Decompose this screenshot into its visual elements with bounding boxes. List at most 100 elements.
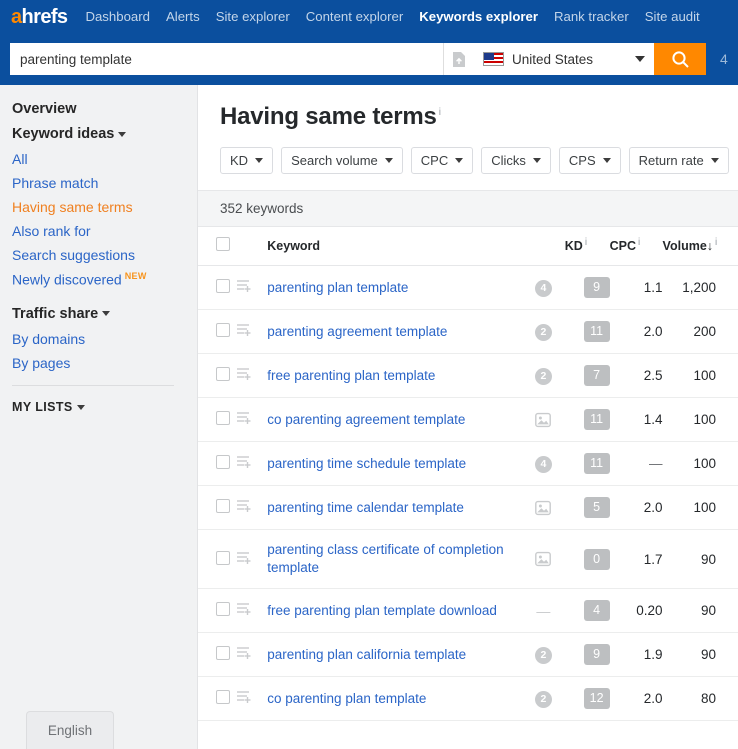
sidebar-section-traffic-share[interactable]: Traffic share	[12, 306, 197, 322]
select-all-checkbox[interactable]	[216, 237, 230, 251]
add-to-list-icon[interactable]	[236, 646, 252, 663]
keyword-link[interactable]: parenting plan template	[267, 279, 408, 297]
nav-item-rank-tracker[interactable]: Rank tracker	[554, 0, 629, 33]
serp-feature-count-badge[interactable]: 4	[534, 455, 552, 473]
row-checkbox[interactable]	[216, 279, 230, 293]
kd-badge: 4	[583, 600, 610, 621]
nav-item-keywords-explorer[interactable]: Keywords explorer	[419, 0, 538, 33]
filter-clicks[interactable]: Clicks	[481, 147, 551, 174]
row-checkbox[interactable]	[216, 646, 230, 660]
row-checkbox[interactable]	[216, 499, 230, 513]
column-keyword-label: Keyword	[267, 238, 321, 253]
serp-feature-count-badge[interactable]: 2	[534, 690, 552, 708]
sidebar-item-search-suggestions[interactable]: Search suggestions	[12, 247, 197, 263]
volume-cell: 90	[662, 529, 738, 589]
keyword-link[interactable]: parenting agreement template	[267, 323, 447, 341]
add-to-list-icon[interactable]	[236, 499, 252, 516]
info-icon[interactable]: i	[638, 237, 640, 248]
sidebar-item-by-domains[interactable]: By domains	[12, 331, 197, 347]
column-cpc[interactable]: CPC i	[609, 227, 663, 266]
add-to-list-icon[interactable]	[236, 411, 252, 428]
table-row[interactable]: free parenting plan template 2 7 2.5 100	[198, 353, 738, 398]
column-kd[interactable]: KD i	[564, 227, 610, 266]
table-row[interactable]: parenting agreement template 2 11 2.0 20…	[198, 309, 738, 354]
column-volume[interactable]: Volume↓ i	[662, 227, 738, 266]
add-to-list-icon[interactable]	[236, 367, 252, 384]
nav-item-site-explorer[interactable]: Site explorer	[216, 0, 290, 33]
info-icon[interactable]: i	[439, 107, 441, 118]
keyword-link[interactable]: free parenting plan template	[267, 367, 435, 385]
row-checkbox[interactable]	[216, 323, 230, 337]
filter-search-volume[interactable]: Search volume	[281, 147, 403, 174]
keyword-link[interactable]: parenting plan california template	[267, 646, 466, 664]
keyword-link[interactable]: co parenting plan template	[267, 690, 426, 708]
row-checkbox[interactable]	[216, 690, 230, 704]
sidebar-item-newly-discovered-label: Newly discovered	[12, 271, 122, 288]
row-checkbox[interactable]	[216, 411, 230, 425]
info-icon[interactable]: i	[715, 237, 717, 248]
table-row[interactable]: parenting time calendar template 5 2.0 1…	[198, 485, 738, 530]
filter-cps[interactable]: CPS	[558, 147, 621, 174]
table-row[interactable]: parenting plan template 4 9 1.1 1,200	[198, 265, 738, 310]
keyword-link[interactable]: co parenting agreement template	[267, 411, 465, 429]
add-to-list-icon[interactable]	[236, 602, 252, 619]
add-to-list-icon[interactable]	[236, 551, 252, 568]
add-to-list-icon[interactable]	[236, 455, 252, 472]
sidebar-section-keyword-ideas[interactable]: Keyword ideas	[12, 126, 197, 142]
filter-return-rate[interactable]: Return rate	[628, 147, 729, 174]
serp-feature-image-icon[interactable]	[535, 412, 552, 428]
sidebar-item-having-same-terms[interactable]: Having same terms	[12, 199, 197, 215]
row-checkbox[interactable]	[216, 367, 230, 381]
nav-item-alerts[interactable]: Alerts	[166, 0, 200, 33]
search-button[interactable]	[654, 43, 706, 75]
filter-kd[interactable]: KD	[220, 147, 274, 174]
nav-item-site-audit[interactable]: Site audit	[645, 0, 700, 33]
info-icon[interactable]: i	[585, 237, 587, 248]
table-row[interactable]: parenting class certificate of completio…	[198, 529, 738, 589]
serp-feature-image-icon[interactable]	[535, 551, 552, 567]
serp-feature-count-badge[interactable]: 2	[534, 323, 552, 341]
nav-item-content-explorer[interactable]: Content explorer	[306, 0, 404, 33]
serp-feature-count-badge[interactable]: 4	[534, 279, 552, 297]
serp-feature-count-badge[interactable]: 2	[534, 367, 552, 385]
table-row[interactable]: parenting plan california template 2 9 1…	[198, 632, 738, 677]
upload-file-icon[interactable]	[444, 43, 474, 75]
column-keyword[interactable]: Keyword	[267, 227, 522, 266]
cpc-cell: 1.4	[609, 397, 663, 442]
keyword-link[interactable]: parenting time calendar template	[267, 499, 464, 517]
sort-descending-icon[interactable]: ↓	[707, 240, 713, 254]
language-selector-button[interactable]: English	[26, 711, 114, 749]
table-row[interactable]: co parenting agreement template 11 1.4 1…	[198, 397, 738, 442]
serp-feature-count-badge[interactable]: 2	[534, 646, 552, 664]
sidebar-item-all[interactable]: All	[12, 151, 197, 167]
row-checkbox[interactable]	[216, 550, 230, 565]
sidebar-section-my-lists[interactable]: MY LISTS	[12, 400, 197, 414]
filter-cpc[interactable]: CPC	[410, 147, 474, 174]
add-to-list-icon[interactable]	[236, 279, 252, 296]
ahrefs-logo[interactable]: ahrefs	[11, 5, 69, 28]
add-to-list-icon[interactable]	[236, 323, 252, 340]
kd-badge: 9	[583, 277, 610, 298]
table-header-row: Keyword KD i CPC i Volume↓ i	[198, 227, 738, 266]
row-checkbox[interactable]	[216, 455, 230, 469]
logo-text: hrefs	[21, 5, 69, 28]
kd-cell: 9	[564, 265, 610, 310]
table-row[interactable]: free parenting plan template download — …	[198, 588, 738, 633]
table-row[interactable]: parenting time schedule template 4 11 — …	[198, 441, 738, 486]
row-checkbox[interactable]	[216, 602, 230, 616]
row-action-cell	[236, 353, 268, 398]
sidebar-item-also-rank-for[interactable]: Also rank for	[12, 223, 197, 239]
nav-item-dashboard[interactable]: Dashboard	[85, 0, 150, 33]
search-input[interactable]	[20, 51, 443, 67]
add-to-list-icon[interactable]	[236, 690, 252, 707]
table-row[interactable]: co parenting plan template 2 12 2.0 80	[198, 676, 738, 721]
keyword-link[interactable]: free parenting plan template download	[267, 602, 497, 620]
sidebar-item-by-pages[interactable]: By pages	[12, 355, 197, 371]
country-selector[interactable]: United States	[474, 43, 654, 75]
keyword-link[interactable]: parenting time schedule template	[267, 455, 466, 473]
sidebar-item-phrase-match[interactable]: Phrase match	[12, 175, 197, 191]
serp-feature-image-icon[interactable]	[535, 500, 552, 516]
keyword-link[interactable]: parenting class certificate of completio…	[267, 541, 522, 577]
sidebar-item-newly-discovered[interactable]: Newly discovered NEW	[12, 271, 197, 288]
sidebar-item-overview[interactable]: Overview	[12, 101, 197, 117]
